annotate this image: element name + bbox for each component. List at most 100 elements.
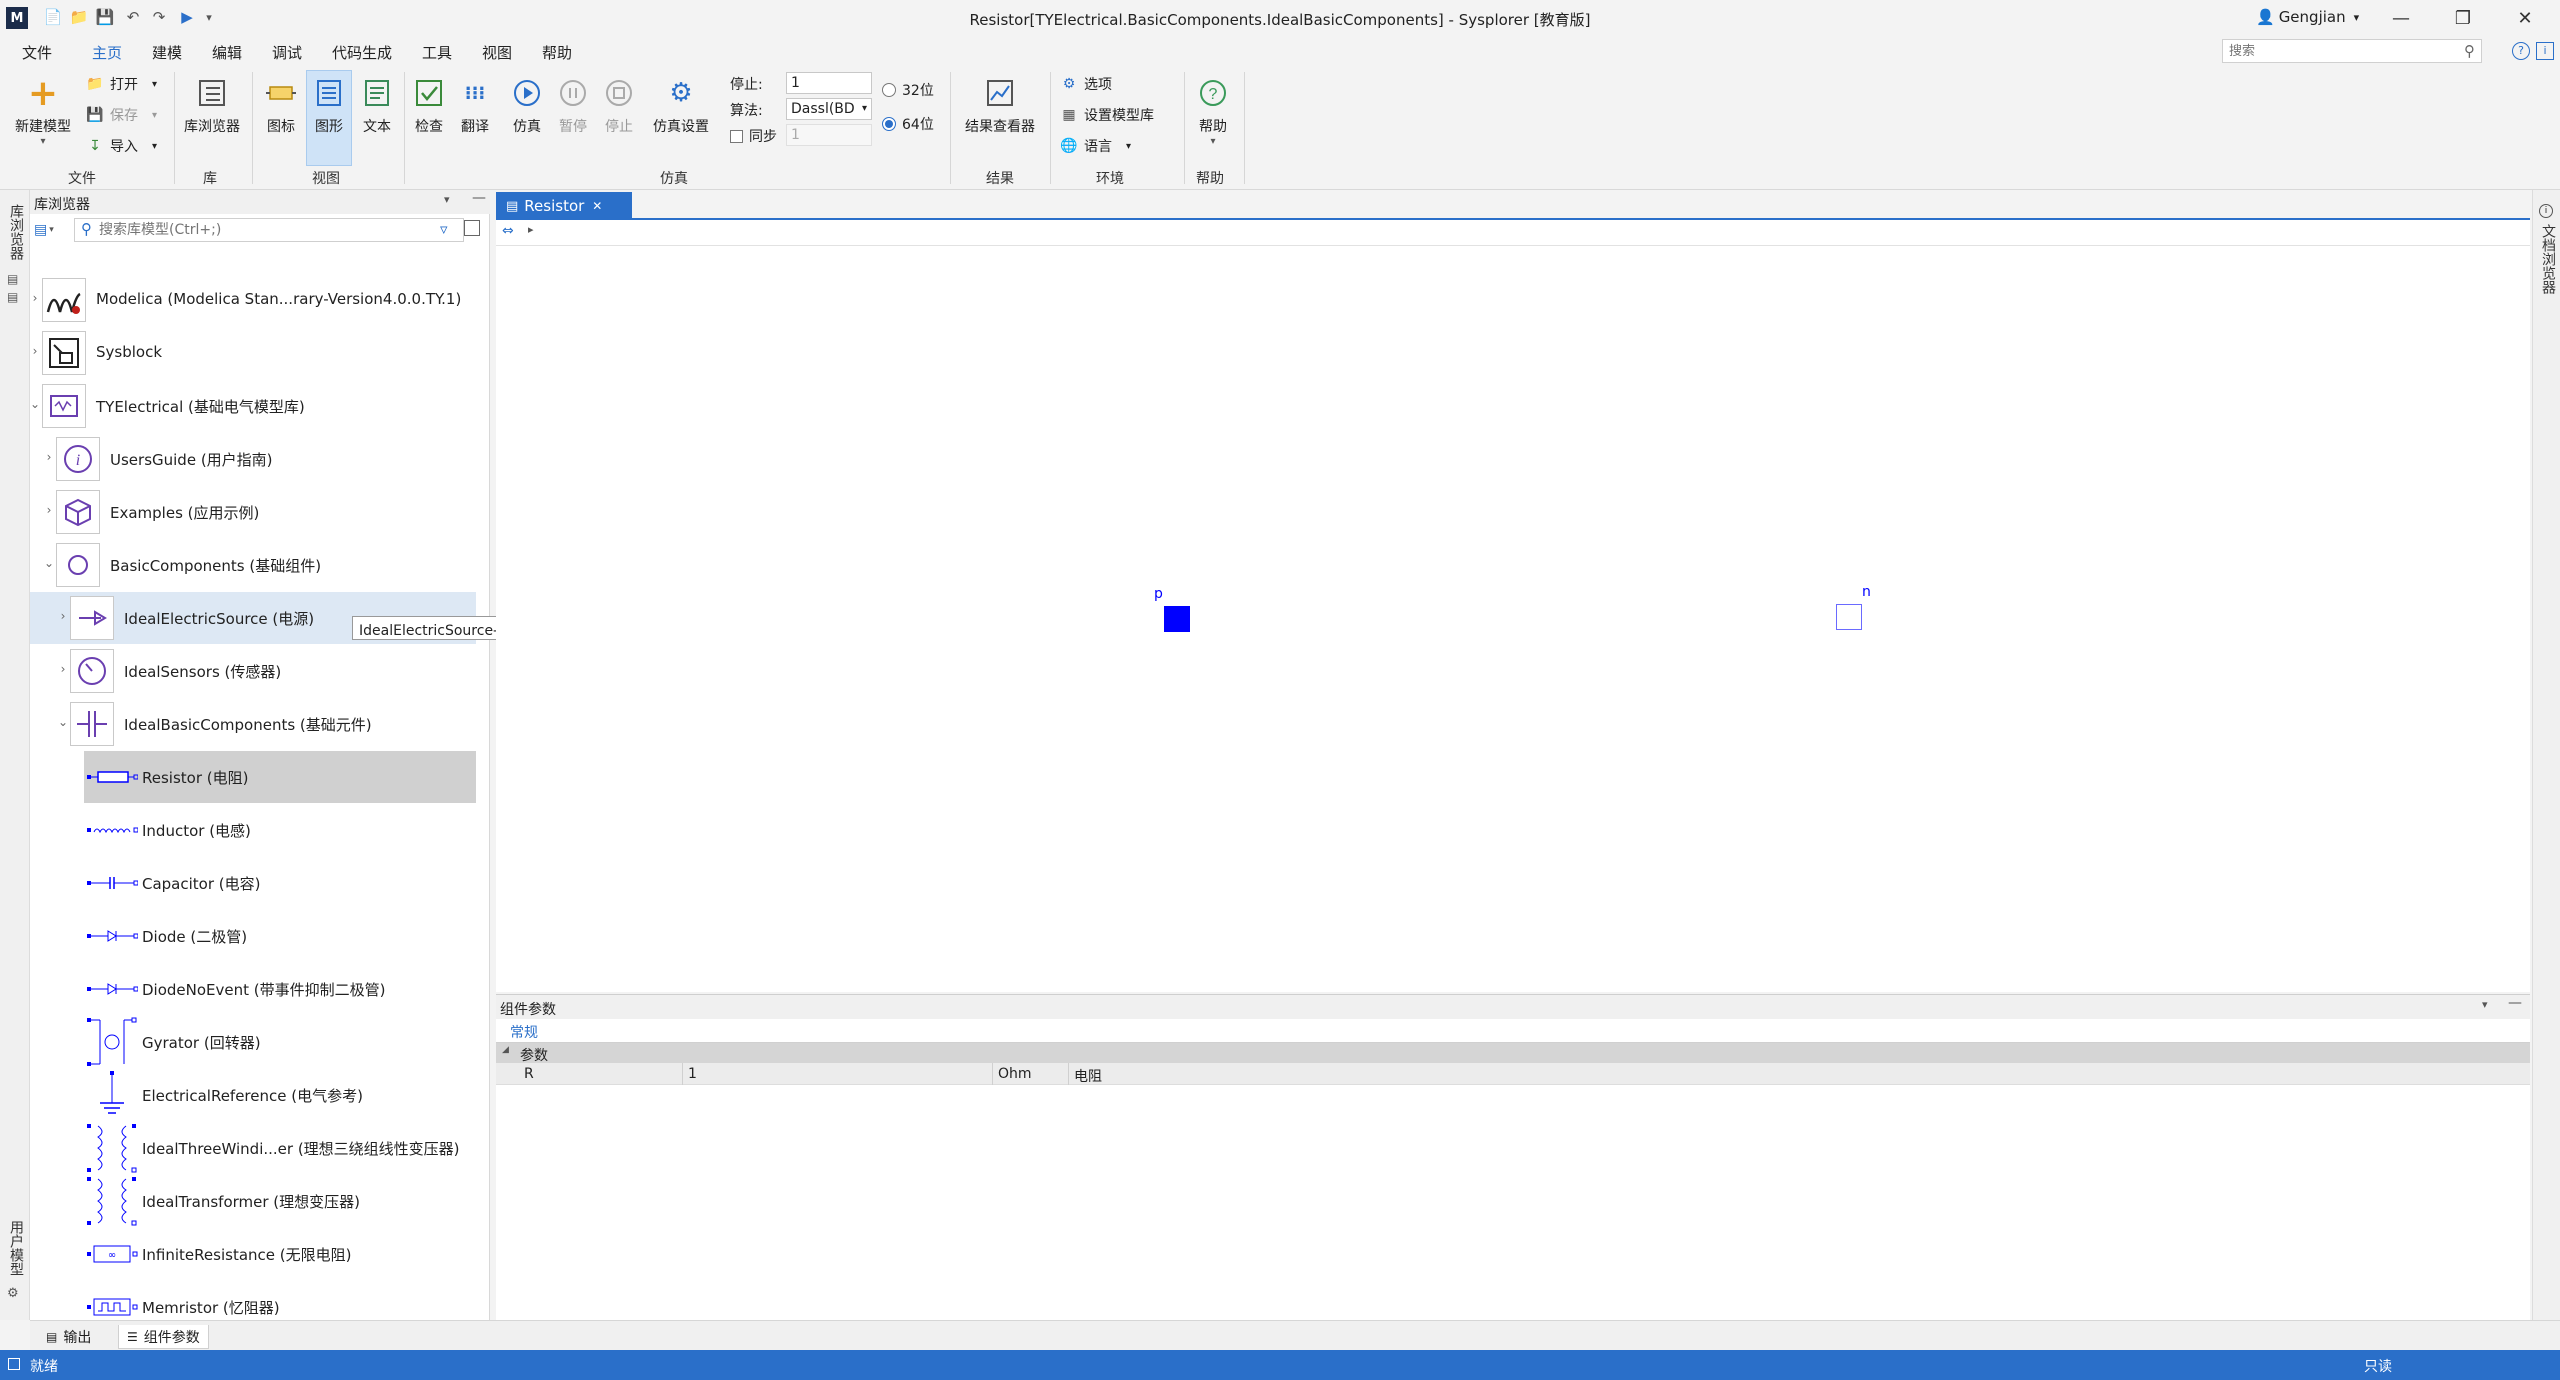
library-search-input[interactable] [99, 219, 459, 241]
open-button[interactable]: 📁 打开 ▾ [86, 74, 157, 94]
close-button[interactable]: ✕ [2494, 0, 2556, 36]
tree-item[interactable]: › Sysblock [30, 327, 476, 379]
user-models-icon[interactable]: ⚙ [7, 1286, 19, 1301]
import-button[interactable]: ↧ 导入 ▾ [86, 136, 157, 156]
global-search[interactable]: ⚲ [2222, 39, 2482, 63]
tree-item[interactable]: ⌄ TYElectrical (基础电气模型库) [30, 380, 476, 432]
stop-button[interactable]: 停止 [598, 76, 640, 164]
tree-item[interactable]: ∞ InfiniteResistance (无限电阻) [84, 1228, 476, 1280]
tab-output[interactable]: ▤ 输出 [38, 1325, 99, 1349]
view-mode-icon[interactable]: ▤ ▾ [34, 220, 64, 240]
sim-settings-button[interactable]: ⚙ 仿真设置 [646, 76, 716, 164]
chevron-right-icon[interactable]: ▸ [528, 223, 534, 236]
chevron-right-icon[interactable]: › [42, 503, 56, 519]
tree-item[interactable]: Resistor (电阻) [84, 751, 476, 803]
sync-checkbox[interactable]: 同步 [730, 126, 777, 146]
info-icon[interactable]: i [2539, 204, 2553, 218]
panel-menu-chevron-icon[interactable]: ▾ [2482, 998, 2488, 1011]
menu-help[interactable]: 帮助 [542, 42, 572, 63]
port-n-empty-square[interactable] [1836, 604, 1862, 630]
algorithm-select[interactable]: Dassl(BD ▾ [786, 98, 872, 120]
text-view-button[interactable]: 文本 [354, 76, 400, 164]
list-icon[interactable]: ▤ [7, 290, 18, 304]
chevron-right-icon[interactable]: › [56, 609, 70, 625]
sync-input[interactable]: 1 [786, 124, 872, 146]
tree-item[interactable]: Inductor (电感) [84, 804, 476, 856]
menu-codegen[interactable]: 代码生成 [332, 42, 392, 63]
help-icon[interactable]: ? [2512, 42, 2530, 60]
panel-minimize-icon[interactable]: — [2508, 995, 2522, 1011]
tree-item[interactable]: IdealThreeWindi...er (理想三绕组线性变压器) [84, 1122, 476, 1174]
radio-64bit[interactable]: 64位 [882, 114, 934, 134]
tree-item[interactable]: ⌄ BasicComponents (基础组件) [30, 539, 476, 591]
info-square-icon[interactable]: i [2536, 42, 2554, 60]
tree-item[interactable]: ElectricalReference (电气参考) [84, 1069, 476, 1121]
chevron-down-icon[interactable]: ⌄ [56, 715, 70, 731]
connector-icon[interactable]: ⇔ [502, 223, 514, 239]
radio-32bit[interactable]: 32位 [882, 80, 934, 100]
close-tab-icon[interactable]: ✕ [592, 199, 602, 213]
diagram-canvas[interactable]: p n [496, 246, 2530, 992]
chevron-right-icon[interactable]: › [42, 450, 56, 466]
help-button[interactable]: ? 帮助 ▾ [1190, 76, 1236, 164]
port-p-filled-square[interactable] [1164, 606, 1190, 632]
library-browser-button[interactable]: 库浏览器 [178, 76, 246, 164]
stop-time-input[interactable]: 1 [786, 72, 872, 94]
set-library-button[interactable]: ▦ 设置模型库 [1060, 105, 1154, 125]
chevron-right-icon[interactable]: › [28, 291, 42, 307]
list-icon[interactable]: ▤ [7, 272, 18, 286]
tree-item[interactable]: › Examples (应用示例) [30, 486, 476, 538]
library-search-box[interactable]: ⚲ [74, 218, 464, 242]
tree-item[interactable]: IdealTransformer (理想变压器) [84, 1175, 476, 1227]
tree-item[interactable]: › Modelica (Modelica Stan...rary-Version4… [30, 274, 476, 326]
filter-icon[interactable]: ▿ [440, 220, 448, 238]
tree-item[interactable]: Diode (二极管) [84, 910, 476, 962]
language-button[interactable]: 🌐 语言 ▾ [1060, 136, 1131, 156]
menu-view[interactable]: 视图 [482, 42, 512, 63]
new-model-button[interactable]: + 新建模型 ▾ [8, 73, 78, 164]
params-group-row[interactable]: ◢ 参数 [496, 1043, 2530, 1064]
tree-item[interactable]: DiodeNoEvent (带事件抑制二极管) [84, 963, 476, 1015]
tree-item[interactable]: ⌄ IdealBasicComponents (基础元件) [30, 698, 476, 750]
search-input[interactable] [2223, 40, 2443, 62]
panel-minimize-icon[interactable]: — [472, 190, 486, 206]
result-viewer-button[interactable]: 结果查看器 [956, 76, 1044, 164]
chevron-down-icon[interactable]: ⌄ [28, 397, 42, 413]
document-browser-side-tab[interactable]: 文档浏览器 [2538, 224, 2558, 294]
param-row[interactable]: R 1 Ohm 电阻 [496, 1063, 2530, 1085]
minimize-button[interactable]: — [2370, 0, 2432, 36]
chevron-right-icon[interactable]: › [28, 344, 42, 360]
menu-home[interactable]: 主页 [92, 42, 123, 69]
port-p-label: p [1154, 586, 1163, 602]
panel-menu-chevron-icon[interactable]: ▾ [444, 193, 450, 206]
diagram-view-button[interactable]: 图形 [306, 70, 352, 166]
menu-debug[interactable]: 调试 [272, 42, 302, 63]
menu-edit[interactable]: 编辑 [212, 42, 242, 63]
menu-file[interactable]: 文件 [22, 42, 52, 63]
user-models-side-tab[interactable]: 用户模型 [6, 1220, 26, 1276]
tab-resistor[interactable]: ▤ Resistor ✕ [496, 192, 632, 220]
simulate-button[interactable]: 仿真 [506, 76, 548, 164]
icon-view-button[interactable]: 图标 [258, 76, 304, 164]
check-button[interactable]: 检查 [408, 76, 450, 164]
pause-button[interactable]: 暂停 [552, 76, 594, 164]
source-arrow-icon [70, 596, 114, 640]
menu-tools[interactable]: 工具 [422, 42, 452, 63]
translate-button[interactable]: ⁝⁝⁝ 翻译 [454, 76, 496, 164]
param-value[interactable]: 1 [688, 1066, 697, 1082]
save-button[interactable]: 💾 保存 ▾ [86, 105, 157, 125]
restore-button[interactable]: ❐ [2432, 0, 2494, 36]
user-account[interactable]: 👤 Gengjian ▾ [2256, 8, 2359, 26]
library-browser-side-tab[interactable]: 库浏览器 [6, 204, 26, 260]
tab-component-params[interactable]: ☰ 组件参数 [118, 1325, 209, 1349]
collapse-triangle-icon[interactable]: ◢ [502, 1045, 509, 1055]
options-button[interactable]: ⚙ 选项 [1060, 74, 1112, 94]
chevron-right-icon[interactable]: › [56, 662, 70, 678]
tree-item[interactable]: › IdealSensors (传感器) [30, 645, 476, 697]
tree-item[interactable]: Capacitor (电容) [84, 857, 476, 909]
chevron-down-icon[interactable]: ⌄ [42, 556, 56, 572]
expand-icon[interactable] [464, 220, 480, 236]
tree-item[interactable]: Gyrator (回转器) [84, 1016, 476, 1068]
menu-modeling[interactable]: 建模 [152, 42, 182, 63]
tree-item[interactable]: › i UsersGuide (用户指南) [30, 433, 476, 485]
